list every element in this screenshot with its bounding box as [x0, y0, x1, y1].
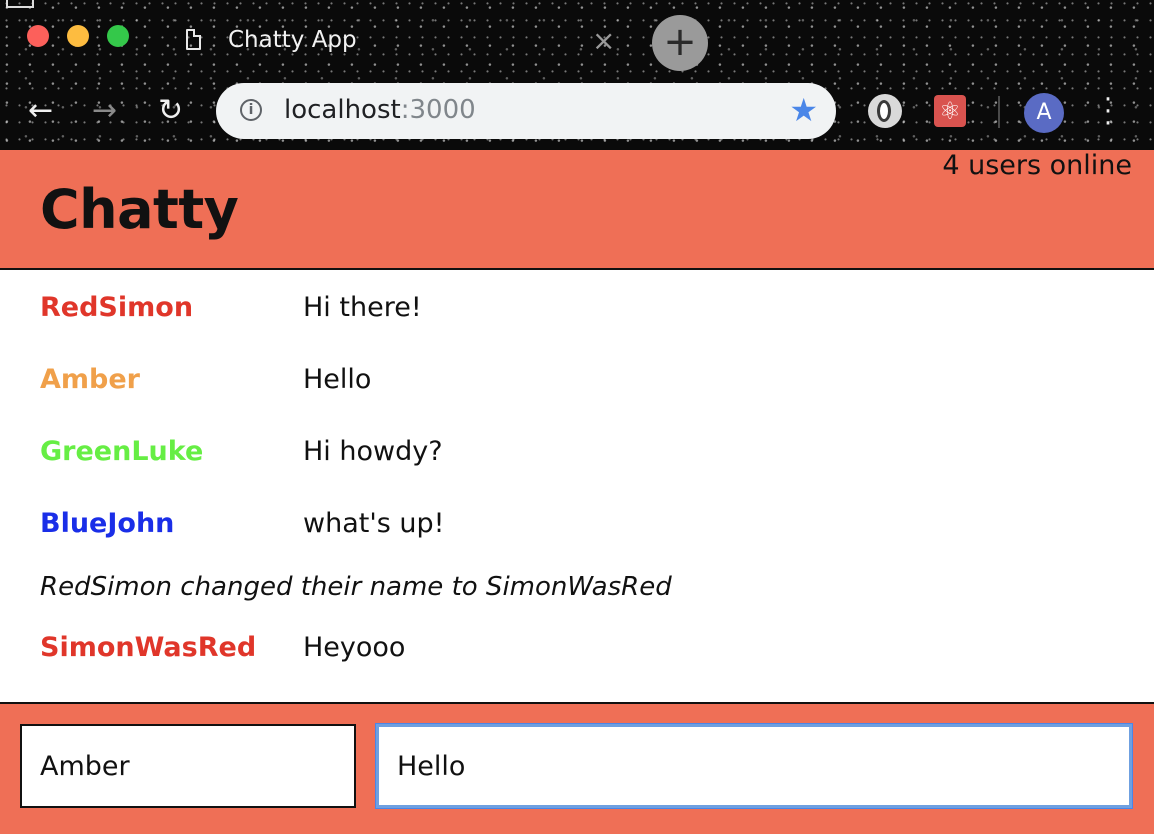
- message-row: RedSimon Hi there!: [0, 286, 1154, 330]
- message-input[interactable]: [376, 724, 1132, 808]
- document-icon: [186, 29, 201, 50]
- system-notification: RedSimon changed their name to SimonWasR…: [40, 572, 672, 602]
- url-host: localhost: [284, 95, 401, 125]
- profile-avatar[interactable]: A: [1024, 93, 1064, 133]
- tab-title[interactable]: Chatty App: [228, 27, 357, 53]
- maximize-window-button[interactable]: [107, 25, 129, 47]
- react-devtools-icon[interactable]: ⚛: [934, 95, 966, 127]
- message-row: GreenLuke Hi howdy?: [0, 430, 1154, 474]
- message-username: Amber: [40, 364, 140, 395]
- close-window-button[interactable]: [27, 25, 49, 47]
- url-text[interactable]: localhost:3000: [284, 95, 476, 125]
- new-tab-button[interactable]: +: [652, 15, 708, 71]
- window-glyph-icon: [6, 0, 34, 8]
- back-arrow-icon[interactable]: ←: [28, 92, 53, 130]
- browser-chrome: Chatty App × + ← → ↻ i localhost:3000 ★ …: [0, 0, 1154, 150]
- online-count: 4 users online: [942, 150, 1132, 181]
- info-icon[interactable]: i: [240, 99, 262, 121]
- url-port: :3000: [400, 95, 476, 125]
- message-username: SimonWasRed: [40, 632, 257, 663]
- message-content: what's up!: [303, 508, 445, 539]
- message-row: SimonWasRed Heyooo: [0, 626, 1154, 670]
- message-row: Amber Hello: [0, 358, 1154, 402]
- toolbar-divider: [998, 96, 1000, 128]
- close-tab-icon[interactable]: ×: [592, 26, 615, 56]
- reload-icon[interactable]: ↻: [158, 92, 183, 130]
- chatbar: [0, 702, 1154, 834]
- minimize-window-button[interactable]: [67, 25, 89, 47]
- message-username: BlueJohn: [40, 508, 175, 539]
- chatty-app: Chatty 4 users online RedSimon Hi there!…: [0, 150, 1154, 834]
- address-bar[interactable]: i localhost:3000 ★: [216, 83, 836, 139]
- message-content: Heyooo: [303, 632, 406, 663]
- brand-title[interactable]: Chatty: [40, 178, 239, 241]
- navbar: Chatty 4 users online: [0, 150, 1154, 270]
- forward-arrow-icon[interactable]: →: [92, 92, 117, 130]
- message-content: Hello: [303, 364, 372, 395]
- message-content: Hi howdy?: [303, 436, 443, 467]
- message-row: BlueJohn what's up!: [0, 502, 1154, 546]
- username-input[interactable]: [20, 724, 356, 808]
- message-username: RedSimon: [40, 292, 194, 323]
- message-list: RedSimon Hi there! Amber Hello GreenLuke…: [0, 270, 1154, 702]
- message-username: GreenLuke: [40, 436, 204, 467]
- message-content: Hi there!: [303, 292, 422, 323]
- more-menu-icon[interactable]: · · ·: [1100, 87, 1116, 137]
- star-icon[interactable]: ★: [789, 93, 818, 127]
- extension-icon[interactable]: [868, 94, 902, 128]
